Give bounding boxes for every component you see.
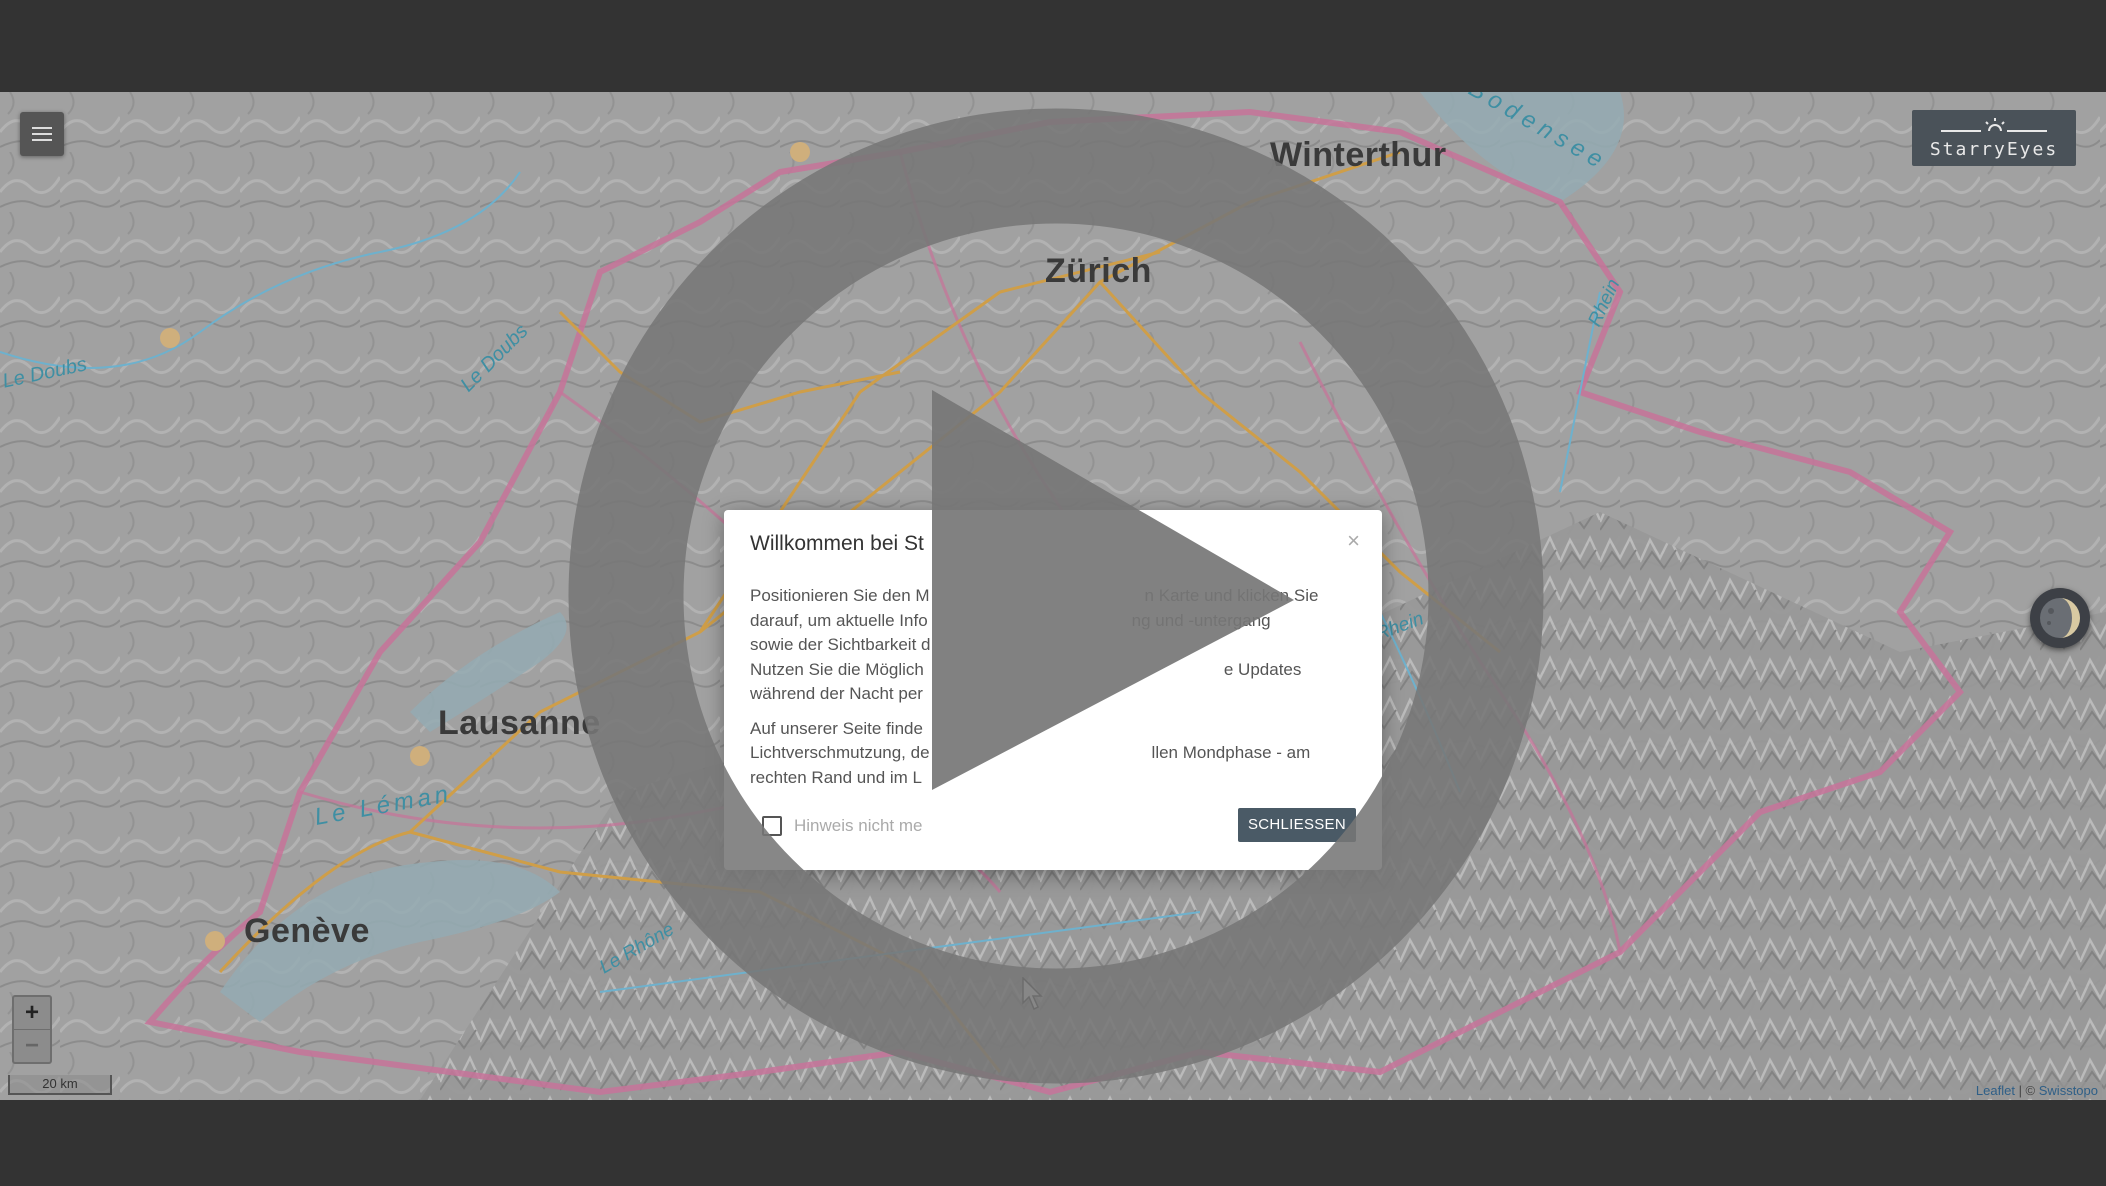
p1-line1-end: n Karte und klicken Sie xyxy=(1144,586,1319,605)
p1-line1-start: Positionieren Sie den M xyxy=(750,586,930,605)
p1-line2-start: darauf, um aktuelle Info xyxy=(750,610,928,630)
dont-show-again-label: Hinweis nicht me xyxy=(794,816,923,835)
menu-button[interactable] xyxy=(20,112,64,156)
map-attribution: Leaflet | © Swisstopo xyxy=(1971,1082,2102,1099)
p2-line1: Auf unserer Seite finde xyxy=(750,718,923,738)
starryeyes-logo: StarryEyes xyxy=(1912,110,2076,166)
dialog-paragraph-2: Auf unserer Seite finde Lichtverschmutzu… xyxy=(750,717,1360,791)
p1-line2-end: ng und -untergang xyxy=(1131,610,1271,630)
city-label-winterthur: Winterthur xyxy=(1270,136,1447,174)
p1-line3: sowie der Sichtbarkeit d xyxy=(750,635,931,654)
attribution-separator: | © xyxy=(2014,1083,2039,1098)
p1-line5: während der Nacht per xyxy=(750,684,923,703)
top-letterbox xyxy=(0,0,2106,92)
city-label-lausanne: Lausanne xyxy=(438,704,601,742)
dont-show-again-checkbox[interactable] xyxy=(762,816,782,836)
zoom-control: + − xyxy=(12,995,52,1064)
map-view[interactable]: Winterthur Zürich Lausanne Genève Bodens… xyxy=(0,92,2106,1100)
close-icon[interactable]: × xyxy=(1347,528,1360,554)
p1-line4-start: Nutzen Sie die Möglich xyxy=(750,659,924,679)
p2-line2-start: Lichtverschmutzung, de xyxy=(750,743,930,762)
swisstopo-link[interactable]: Swisstopo xyxy=(2039,1083,2098,1098)
dialog-paragraph-1: Positionieren Sie den M n Karte und klick… xyxy=(750,584,1360,707)
p2-line3: rechten Rand und im L xyxy=(750,767,922,787)
moon-phase-button[interactable] xyxy=(2030,588,2090,648)
p2-line2-end: llen Mondphase - am xyxy=(1151,743,1311,762)
logo-moon-icon xyxy=(1941,117,2047,132)
zoom-out-button[interactable]: − xyxy=(14,1029,50,1062)
menu-icon xyxy=(32,123,52,145)
moon-phase-icon xyxy=(2040,598,2080,638)
dont-show-again[interactable]: Hinweis nicht me xyxy=(762,816,923,836)
p1-line4-end: e Updates xyxy=(1223,659,1302,679)
welcome-dialog: Willkommen bei St × Positionieren Sie de… xyxy=(724,510,1382,870)
close-dialog-button[interactable]: SCHLIESSEN xyxy=(1237,808,1356,842)
logo-text: StarryEyes xyxy=(1929,138,2059,160)
dialog-title: Willkommen bei St xyxy=(750,532,924,555)
video-frame: Winterthur Zürich Lausanne Genève Bodens… xyxy=(0,0,2106,1186)
dialog-body: Positionieren Sie den M n Karte und klick… xyxy=(750,584,1360,800)
city-label-geneve: Genève xyxy=(244,912,370,950)
zoom-in-button[interactable]: + xyxy=(14,997,50,1029)
city-label-zurich: Zürich xyxy=(1045,252,1152,290)
bottom-letterbox xyxy=(0,1100,2106,1186)
cursor-icon xyxy=(1022,977,1043,1011)
map-scale: 20 km xyxy=(8,1075,112,1095)
leaflet-link[interactable]: Leaflet xyxy=(1976,1083,2015,1098)
